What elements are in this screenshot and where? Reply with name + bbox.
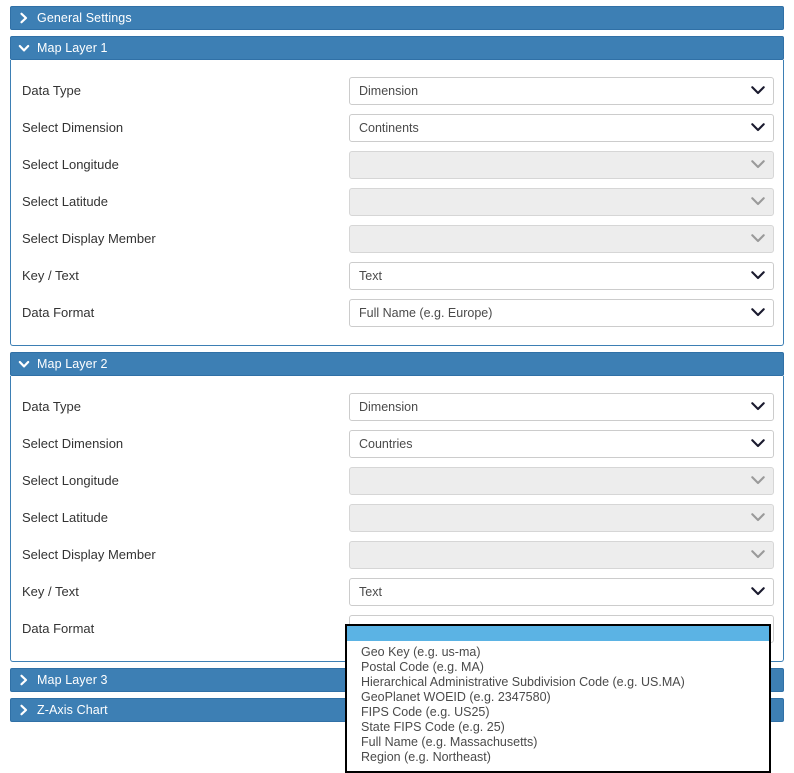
select-value[interactable]: Dimension [349, 76, 774, 105]
form-row-select-display-member: Select Display Member [11, 536, 783, 573]
dropdown-option[interactable]: Region (e.g. Northeast) [347, 750, 769, 765]
select-value[interactable]: Text [349, 577, 774, 606]
form-row-select-display-member: Select Display Member [11, 220, 783, 257]
dropdown-option[interactable]: State FIPS Code (e.g. 25) [347, 720, 769, 735]
select-value[interactable]: Dimension [349, 392, 774, 421]
select-data-type-layer1[interactable]: Dimension [349, 76, 774, 105]
section-title: Map Layer 1 [37, 41, 108, 55]
select-longitude-layer2 [349, 466, 774, 495]
form-row-data-type: Data Type Dimension [11, 388, 783, 425]
chevron-down-icon [11, 42, 37, 54]
panel-map-layer-1: Data Type Dimension Select Dimension Con… [10, 60, 784, 346]
section-header-map-layer-2[interactable]: Map Layer 2 [10, 352, 784, 376]
field-label: Data Format [22, 305, 95, 320]
select-value [349, 224, 774, 253]
form-row-select-latitude: Select Latitude [11, 183, 783, 220]
select-data-type-layer2[interactable]: Dimension [349, 392, 774, 421]
select-dimension-layer1[interactable]: Continents [349, 113, 774, 142]
field-label: Key / Text [22, 268, 79, 283]
form-row-select-dimension: Select Dimension Continents [11, 109, 783, 146]
field-label: Select Display Member [22, 547, 156, 562]
field-label: Data Format [22, 621, 95, 636]
section-title: General Settings [37, 11, 132, 25]
select-value [349, 150, 774, 179]
dropdown-option[interactable]: Hierarchical Administrative Subdivision … [347, 675, 769, 690]
section-title: Map Layer 2 [37, 357, 108, 371]
chevron-right-icon [11, 704, 37, 716]
field-label: Select Latitude [22, 510, 109, 525]
field-label: Data Type [22, 399, 82, 414]
chevron-down-icon [11, 358, 37, 370]
field-label: Select Dimension [22, 120, 124, 135]
field-label: Select Dimension [22, 436, 124, 451]
select-longitude-layer1 [349, 150, 774, 179]
select-latitude-layer2 [349, 503, 774, 532]
chevron-right-icon [11, 12, 37, 24]
panel-map-layer-2: Data Type Dimension Select Dimension Cou… [10, 376, 784, 662]
dropdown-option[interactable]: Geo Key (e.g. us-ma) [347, 645, 769, 660]
select-value[interactable]: Countries [349, 429, 774, 458]
select-value [349, 187, 774, 216]
select-key-text-layer1[interactable]: Text [349, 261, 774, 290]
select-data-format-layer1[interactable]: Full Name (e.g. Europe) [349, 298, 774, 327]
dropdown-list-data-format-layer2[interactable]: Geo Key (e.g. us-ma) Postal Code (e.g. M… [345, 624, 771, 773]
form-row-key-text: Key / Text Text [11, 573, 783, 610]
form-row-select-dimension: Select Dimension Countries [11, 425, 783, 462]
dropdown-option[interactable]: Full Name (e.g. Massachusetts) [347, 735, 769, 750]
select-value [349, 466, 774, 495]
form-row-key-text: Key / Text Text [11, 257, 783, 294]
select-dimension-layer2[interactable]: Countries [349, 429, 774, 458]
field-label: Select Display Member [22, 231, 156, 246]
form-row-select-longitude: Select Longitude [11, 462, 783, 499]
select-display-member-layer2 [349, 540, 774, 569]
settings-accordion: General Settings Map Layer 1 Data Type D… [0, 6, 794, 722]
field-label: Data Type [22, 83, 82, 98]
section-title: Map Layer 3 [37, 673, 108, 687]
field-label: Key / Text [22, 584, 79, 599]
field-label: Select Longitude [22, 157, 119, 172]
select-value[interactable]: Continents [349, 113, 774, 142]
dropdown-option[interactable]: Postal Code (e.g. MA) [347, 660, 769, 675]
form-row-data-type: Data Type Dimension [11, 72, 783, 109]
field-label: Select Longitude [22, 473, 119, 488]
field-label: Select Latitude [22, 194, 109, 209]
select-value[interactable]: Text [349, 261, 774, 290]
chevron-right-icon [11, 674, 37, 686]
dropdown-option[interactable]: FIPS Code (e.g. US25) [347, 705, 769, 720]
select-display-member-layer1 [349, 224, 774, 253]
form-row-data-format: Data Format Full Name (e.g. Europe) [11, 294, 783, 331]
select-latitude-layer1 [349, 187, 774, 216]
select-value [349, 503, 774, 532]
section-header-general-settings[interactable]: General Settings [10, 6, 784, 30]
select-value [349, 540, 774, 569]
select-value[interactable]: Full Name (e.g. Europe) [349, 298, 774, 327]
section-header-map-layer-1[interactable]: Map Layer 1 [10, 36, 784, 60]
select-key-text-layer2[interactable]: Text [349, 577, 774, 606]
form-row-select-longitude: Select Longitude [11, 146, 783, 183]
dropdown-option[interactable] [347, 626, 769, 641]
section-title: Z-Axis Chart [37, 703, 108, 717]
form-row-select-latitude: Select Latitude [11, 499, 783, 536]
dropdown-option[interactable]: GeoPlanet WOEID (e.g. 2347580) [347, 690, 769, 705]
